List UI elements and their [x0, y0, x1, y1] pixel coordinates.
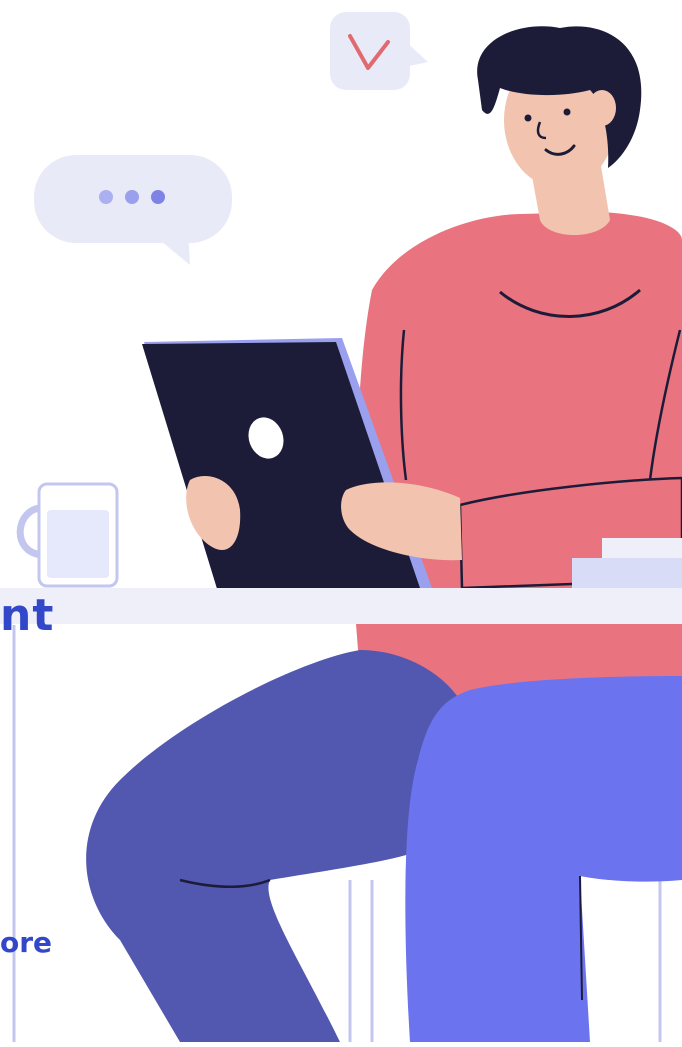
- legs: [86, 650, 682, 1042]
- typing-dots-bubble-icon: [34, 155, 232, 265]
- hero-illustration-stage: nt ore: [0, 0, 682, 1042]
- checkmark-bubble-icon: [330, 12, 428, 90]
- person-with-tablet-illustration: [0, 12, 682, 1042]
- book-top: [602, 538, 682, 560]
- table-top: [0, 588, 682, 624]
- book-bottom: [572, 558, 682, 588]
- head: [477, 26, 642, 188]
- read-more-link-fragment[interactable]: ore: [0, 926, 52, 959]
- heading-text-fragment: nt: [0, 590, 55, 641]
- mug-icon: [16, 482, 119, 588]
